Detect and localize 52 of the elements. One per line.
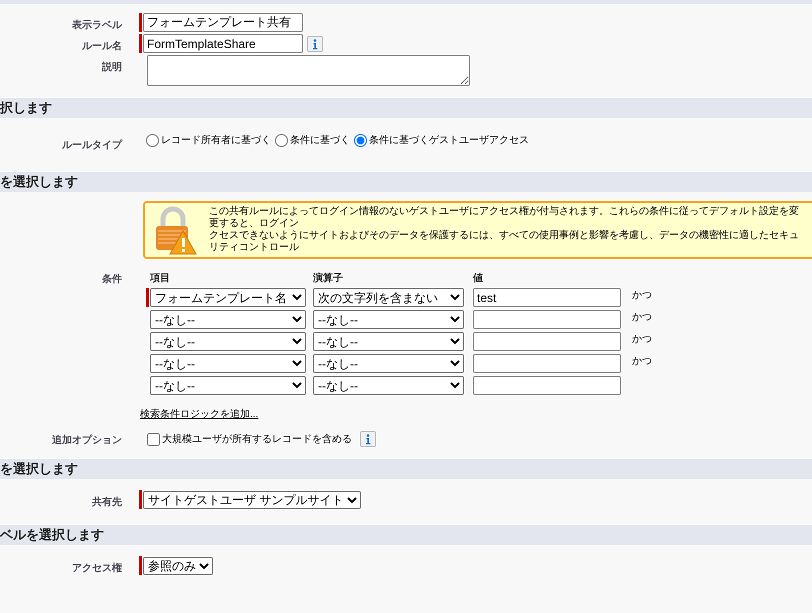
radio-button[interactable] xyxy=(354,134,367,146)
info-icon[interactable] xyxy=(307,36,323,52)
field-label: ルール名 xyxy=(82,41,122,52)
option-label: 条件に基づくゲストユーザアクセス xyxy=(369,134,529,147)
field-label: 追加オプション xyxy=(52,435,122,446)
warning-text: クセスできないようにサイトおよびそのデータを保護するには、すべての使用事例と影響を考慮し、データの機密性に適したセキュリティコントロール xyxy=(209,230,800,254)
dropdown[interactable]: 参照のみ xyxy=(143,556,213,574)
dropdown[interactable]: --なし-- xyxy=(150,354,306,373)
connector-label: かつ xyxy=(632,311,652,324)
dropdown[interactable]: --なし-- xyxy=(150,376,306,395)
field-label: 条件 xyxy=(102,274,122,285)
connector-label: かつ xyxy=(632,333,652,346)
field-label: 表示ラベル xyxy=(72,20,122,31)
radio-button[interactable] xyxy=(275,134,288,146)
option-label: 条件に基づく xyxy=(290,134,350,147)
column-header: 値 xyxy=(473,272,483,285)
dropdown[interactable]: --なし-- xyxy=(313,310,464,329)
field-label: 説明 xyxy=(102,62,122,73)
dropdown[interactable]: --なし-- xyxy=(150,310,306,329)
dropdown[interactable]: --なし-- xyxy=(313,332,464,351)
value-field[interactable]: test xyxy=(473,288,621,307)
checkbox-label: 大規模ユーザが所有するレコードを含める xyxy=(162,432,352,446)
value-field[interactable] xyxy=(473,354,621,373)
info-icon[interactable] xyxy=(360,431,376,447)
dropdown[interactable]: --なし-- xyxy=(313,376,464,395)
dropdown[interactable]: --なし-- xyxy=(313,354,464,373)
dropdown[interactable]: フォームテンプレート名 xyxy=(150,288,306,307)
radio-button[interactable] xyxy=(146,134,159,146)
checkbox[interactable] xyxy=(147,432,160,446)
add-logic-link[interactable]: 検索条件ロジックを追加... xyxy=(140,407,258,421)
connector-label: かつ xyxy=(632,355,652,368)
text-field[interactable]: FormTemplateShare xyxy=(143,34,303,53)
warning-text: この共有ルールによってログイン情報のないゲストユーザにアクセス権が付与されます。これらの条件に従ってデフォルト設定を変更すると、ログイン xyxy=(209,206,800,230)
column-header: 項目 xyxy=(148,272,171,285)
option-label: レコード所有者に基づく xyxy=(161,134,271,147)
connector-label: かつ xyxy=(632,289,652,302)
section-header: ベルを選択します xyxy=(0,524,812,545)
section-header: を選択します xyxy=(0,458,812,479)
value-field[interactable] xyxy=(473,310,621,329)
field-label: アクセス権 xyxy=(72,563,122,574)
field-label: 共有先 xyxy=(92,497,122,508)
dropdown[interactable]: 次の文字列を含まない xyxy=(313,288,464,307)
dropdown[interactable]: サイトゲストユーザ サンプルサイト xyxy=(143,490,361,508)
dropdown[interactable]: --なし-- xyxy=(150,332,306,351)
column-header: 演算子 xyxy=(313,272,344,285)
section-header: 択します xyxy=(0,97,812,118)
text-area[interactable] xyxy=(147,55,470,86)
value-field[interactable] xyxy=(473,376,621,395)
section-header: を選択します xyxy=(0,171,812,192)
text-field[interactable]: フォームテンプレート共有 xyxy=(143,13,303,32)
value-field[interactable] xyxy=(473,332,621,351)
field-label: ルールタイプ xyxy=(62,140,122,151)
